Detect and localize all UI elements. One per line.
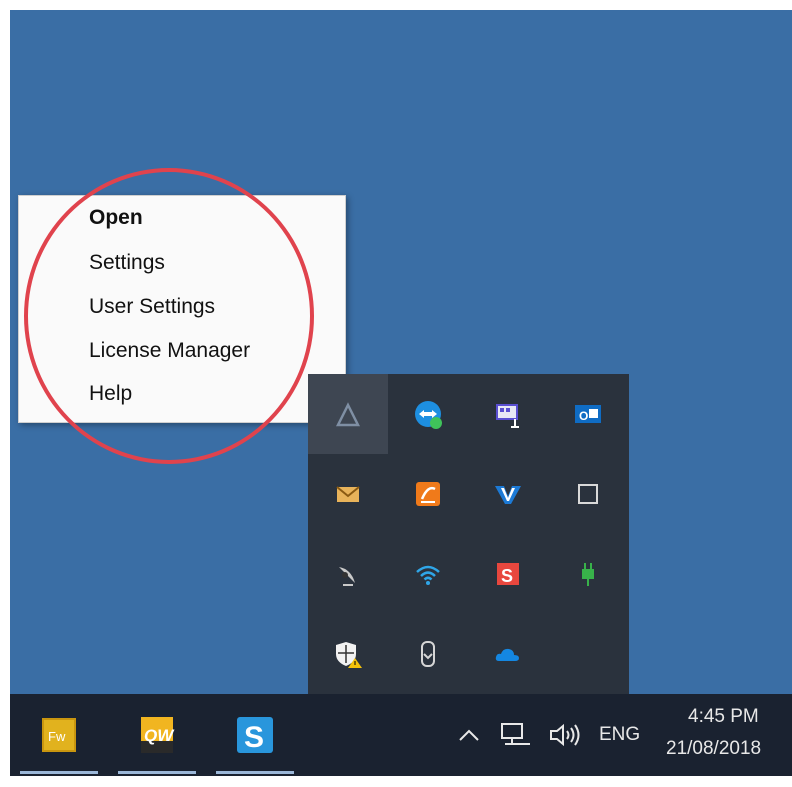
clock-time[interactable]: 4:45 PM bbox=[688, 706, 759, 728]
clock-date[interactable]: 21/08/2018 bbox=[666, 738, 761, 760]
outlook-icon[interactable]: O bbox=[548, 374, 628, 454]
s-app-icon: S bbox=[237, 717, 273, 754]
projector-icon[interactable] bbox=[468, 374, 548, 454]
menu-item-user-settings[interactable]: User Settings bbox=[89, 295, 215, 319]
mail-envelope-icon[interactable] bbox=[308, 454, 388, 534]
menu-item-license-manager[interactable]: License Manager bbox=[89, 339, 250, 363]
s-app-label: S bbox=[244, 721, 264, 754]
app-triangle-icon[interactable] bbox=[308, 374, 388, 454]
square-app-icon[interactable] bbox=[548, 454, 628, 534]
network-icon[interactable] bbox=[500, 722, 532, 748]
running-indicator bbox=[20, 771, 98, 774]
fireworks-icon: Fw bbox=[42, 718, 76, 752]
menu-item-help[interactable]: Help bbox=[89, 382, 132, 406]
wifi-icon[interactable] bbox=[388, 534, 468, 614]
taskbar: Fw QW S ENG 4:45 PM 21/08/2018 bbox=[10, 694, 792, 776]
teamviewer-icon[interactable] bbox=[388, 374, 468, 454]
menu-item-open[interactable]: Open bbox=[89, 206, 143, 230]
running-indicator bbox=[216, 771, 294, 774]
quickwrite-app-button[interactable]: QW bbox=[116, 694, 198, 776]
tray-overflow-panel: O S bbox=[308, 374, 629, 694]
security-shield-icon[interactable] bbox=[308, 614, 388, 694]
language-indicator[interactable]: ENG bbox=[599, 724, 640, 746]
onedrive-cloud-icon[interactable] bbox=[468, 614, 548, 694]
menu-item-settings[interactable]: Settings bbox=[89, 251, 165, 275]
chevron-up-icon[interactable] bbox=[458, 728, 480, 742]
quickwrite-icon: QW bbox=[141, 717, 175, 753]
red-s-app-icon[interactable]: S bbox=[468, 534, 548, 614]
orange-app-icon[interactable] bbox=[388, 454, 468, 534]
v-app-icon[interactable] bbox=[468, 454, 548, 534]
power-plug-icon[interactable] bbox=[548, 534, 628, 614]
satellite-dish-icon[interactable] bbox=[308, 534, 388, 614]
fireworks-app-button[interactable]: Fw bbox=[18, 694, 100, 776]
svg-text:S: S bbox=[501, 566, 513, 586]
running-indicator bbox=[118, 771, 196, 774]
usb-drive-icon[interactable] bbox=[388, 614, 468, 694]
quickwrite-app-label: QW bbox=[144, 726, 175, 745]
svg-text:O: O bbox=[579, 409, 588, 423]
screenshot-border bbox=[0, 776, 792, 787]
volume-icon[interactable] bbox=[548, 722, 582, 748]
fireworks-app-label: Fw bbox=[48, 729, 66, 744]
s-app-button[interactable]: S bbox=[214, 694, 296, 776]
context-menu: Open Settings User Settings License Mana… bbox=[18, 195, 346, 423]
